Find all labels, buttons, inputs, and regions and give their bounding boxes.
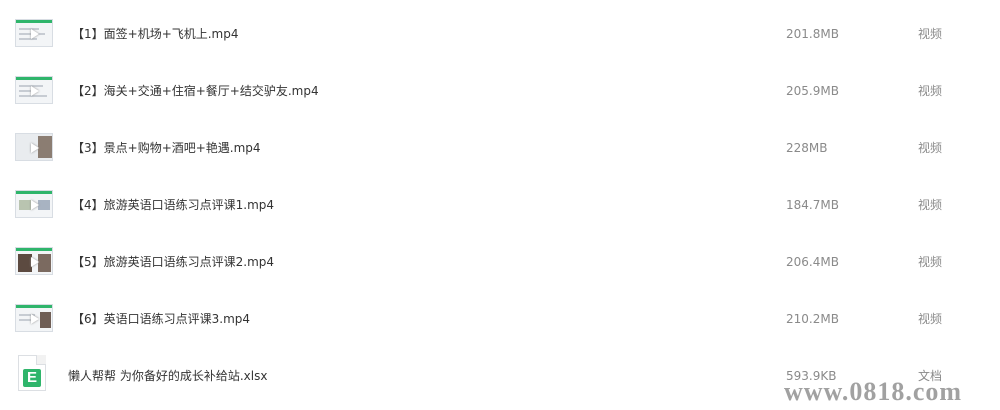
video-thumbnail-icon	[15, 133, 53, 161]
file-size: 201.8MB	[786, 27, 839, 41]
file-size: 210.2MB	[786, 312, 839, 326]
file-row[interactable]: 懒人帮帮 为你备好的成长补给站.xlsx 593.9KB 文档	[0, 345, 1000, 402]
video-thumbnail-icon	[15, 19, 53, 47]
file-type: 视频	[918, 141, 943, 155]
file-size: 593.9KB	[786, 369, 837, 383]
file-row[interactable]: 【5】旅游英语口语练习点评课2.mp4 206.4MB 视频	[0, 231, 1000, 288]
file-name[interactable]: 【3】景点+购物+酒吧+艳遇.mp4	[72, 140, 261, 156]
file-row[interactable]: 【6】英语口语练习点评课3.mp4 210.2MB 视频	[0, 288, 1000, 345]
file-type: 视频	[918, 255, 943, 269]
file-row[interactable]: 【2】海关+交通+住宿+餐厅+结交驴友.mp4 205.9MB 视频	[0, 60, 1000, 117]
file-row[interactable]: 【1】面签+机场+飞机上.mp4 201.8MB 视频	[0, 3, 1000, 60]
file-name[interactable]: 【2】海关+交通+住宿+餐厅+结交驴友.mp4	[72, 83, 319, 99]
file-name[interactable]: 【5】旅游英语口语练习点评课2.mp4	[72, 254, 274, 270]
file-type: 视频	[918, 198, 943, 212]
file-type: 视频	[918, 312, 943, 326]
file-type: 文档	[918, 369, 943, 383]
file-type: 视频	[918, 27, 943, 41]
excel-letter: E	[23, 369, 41, 387]
video-thumbnail-icon	[15, 76, 53, 104]
video-thumbnail-icon	[15, 247, 53, 275]
file-row[interactable]: 【3】景点+购物+酒吧+艳遇.mp4 228MB 视频	[0, 117, 1000, 174]
file-row[interactable]: 【4】旅游英语口语练习点评课1.mp4 184.7MB 视频	[0, 174, 1000, 231]
file-size: 228MB	[786, 141, 828, 155]
file-name[interactable]: 【6】英语口语练习点评课3.mp4	[72, 311, 250, 327]
file-size: 205.9MB	[786, 84, 839, 98]
video-thumbnail-icon	[15, 190, 53, 218]
file-name[interactable]: 懒人帮帮 为你备好的成长补给站.xlsx	[68, 368, 267, 384]
excel-file-icon: E	[18, 355, 46, 391]
video-thumbnail-icon	[15, 304, 53, 332]
file-size: 184.7MB	[786, 198, 839, 212]
file-list: 【1】面签+机场+飞机上.mp4 201.8MB 视频 【2】海关+交通+住宿+…	[0, 0, 1000, 410]
file-size: 206.4MB	[786, 255, 839, 269]
file-name[interactable]: 【4】旅游英语口语练习点评课1.mp4	[72, 197, 274, 213]
file-type: 视频	[918, 84, 943, 98]
file-name[interactable]: 【1】面签+机场+飞机上.mp4	[72, 26, 239, 42]
